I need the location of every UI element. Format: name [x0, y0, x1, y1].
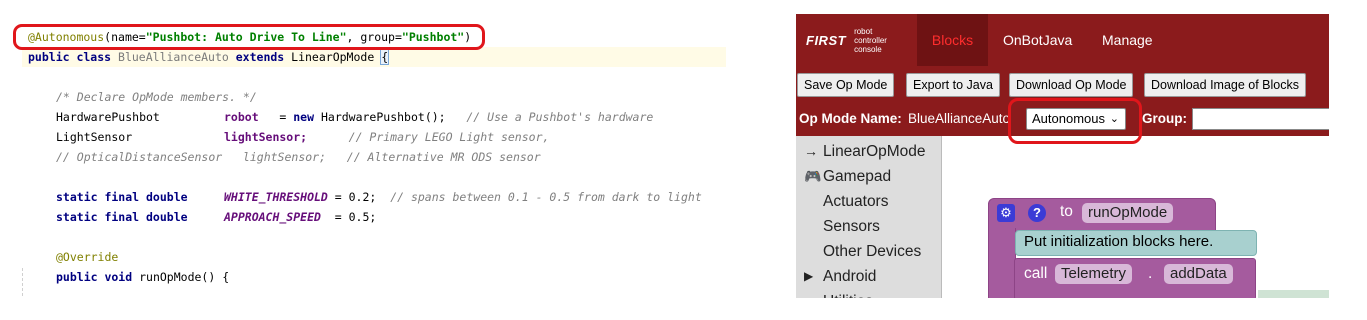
robot-declaration-line: HardwarePushbot robot = new HardwarePushb… — [56, 107, 653, 127]
adjacent-block-edge — [1258, 290, 1329, 298]
annotation-highlight-box — [13, 24, 485, 50]
optical-sensor-comment: // OpticalDistanceSensor lightSensor; //… — [56, 150, 541, 164]
toolbox-item-other-devices[interactable]: Other Devices — [823, 239, 921, 264]
static-final-keyword: static final double — [56, 190, 188, 204]
group-input[interactable] — [1192, 108, 1329, 130]
nav-tab-onbotjava[interactable]: OnBotJava — [1003, 14, 1072, 66]
lightsensor-declaration-line: LightSensor lightSensor; // Primary LEGO … — [56, 127, 549, 147]
autonomous-highlight-box — [1008, 98, 1142, 144]
robot-type: HardwarePushbot — [56, 110, 160, 124]
initialization-comment-block[interactable]: Put initialization blocks here. — [1015, 230, 1257, 256]
toolbox-item-sensors[interactable]: Sensors — [823, 214, 880, 239]
robot-eq: = — [258, 110, 294, 124]
opmode-name-label: Op Mode Name: — [799, 111, 902, 126]
override-annotation: @Override — [56, 250, 119, 264]
function-block-spine — [988, 228, 1016, 298]
logo-sub-console: console — [854, 44, 882, 54]
approach-speed-line: static final double APPROACH_SPEED = 0.5; — [56, 207, 376, 227]
class-declaration-line: public class BlueAllianceAuto extends Li… — [22, 47, 726, 67]
telemetry-field[interactable]: Telemetry — [1055, 264, 1133, 284]
download-op-mode-button[interactable]: Download Op Mode — [1009, 73, 1134, 97]
comment-declare-members: /* Declare OpMode members. */ — [56, 90, 257, 104]
toolbox-item-android[interactable]: Android — [823, 264, 876, 289]
logo-sub-robot: robot — [854, 26, 873, 36]
robot-comment: // Use a Pushbot's hardware — [466, 110, 654, 124]
nav-tab-blocks[interactable]: Blocks — [917, 14, 988, 66]
robot-var: robot — [224, 110, 259, 124]
toolbox-item-linearopmode[interactable]: LinearOpMode — [823, 139, 926, 164]
public-void-keyword: public void — [56, 270, 133, 284]
new-keyword: new — [293, 110, 315, 124]
brace-match: { — [380, 49, 390, 65]
class-name: BlueAllianceAuto — [118, 50, 229, 64]
runopmode-line: public void runOpMode() { — [56, 267, 229, 287]
group-label: Group: — [1142, 111, 1187, 126]
lightsensor-type: LightSensor — [56, 130, 133, 144]
first-logo: FIRST robot controller console — [806, 14, 887, 66]
blocks-editor: FIRST robot controller console Blocks On… — [796, 14, 1329, 298]
arrow-right-icon: → — [804, 143, 818, 159]
nav-tab-manage[interactable]: Manage — [1102, 14, 1153, 66]
logo-subtitle: robot controller console — [854, 27, 887, 54]
export-to-java-button[interactable]: Export to Java — [906, 73, 1000, 97]
extends-keyword: extends — [235, 50, 285, 64]
top-navbar: FIRST robot controller console Blocks On… — [796, 14, 1329, 66]
logo-first-text: FIRST — [806, 32, 847, 48]
logo-sub-controller: controller — [854, 35, 887, 45]
dot-separator: . — [1148, 265, 1153, 282]
lightsensor-comment: // Primary LEGO Light sensor, — [348, 130, 550, 144]
to-keyword: to — [1060, 203, 1073, 220]
white-threshold-line: static final double WHITE_THRESHOLD = 0.2… — [56, 187, 702, 207]
runopmode-signature: runOpMode() { — [139, 270, 230, 284]
approach-speed-const: APPROACH_SPEED — [224, 210, 321, 224]
gamepad-icon: 🎮 — [804, 168, 822, 184]
gear-icon[interactable]: ⚙ — [997, 204, 1015, 222]
call-keyword: call — [1024, 265, 1048, 282]
toolbox-item-gamepad[interactable]: Gamepad — [823, 164, 891, 189]
lightsensor-var: lightSensor; — [224, 130, 308, 144]
save-op-mode-button[interactable]: Save Op Mode — [797, 73, 895, 97]
parent-class: LinearOpMode — [291, 50, 375, 64]
white-threshold-value: = 0.2; — [327, 190, 377, 204]
blocks-toolbox: → LinearOpMode 🎮 Gamepad Actuators Senso… — [796, 136, 942, 298]
blocks-toolbar: Save Op Mode Export to Java Download Op … — [796, 66, 1329, 102]
white-threshold-const: WHITE_THRESHOLD — [224, 190, 328, 204]
toolbox-item-actuators[interactable]: Actuators — [823, 189, 888, 214]
opmode-name-value: BlueAllianceAuto — [908, 111, 1011, 126]
expand-arrow-icon: ▶ — [804, 269, 814, 283]
static-final-keyword: static final double — [56, 210, 188, 224]
white-threshold-comment: // spans between 0.1 - 0.5 from dark to … — [390, 190, 702, 204]
class-keyword: public class — [28, 50, 112, 64]
function-name-field[interactable]: runOpMode — [1082, 203, 1174, 223]
robot-ctor: HardwarePushbot(); — [320, 110, 446, 124]
indent-guide — [22, 268, 24, 296]
download-image-button[interactable]: Download Image of Blocks — [1144, 73, 1306, 97]
approach-speed-value: = 0.5; — [320, 210, 377, 224]
blocks-workspace[interactable]: ⚙ ? to runOpMode Put initialization bloc… — [942, 136, 1329, 298]
adddata-field[interactable]: addData — [1164, 264, 1233, 284]
toolbox-item-utilities[interactable]: Utilities — [823, 289, 873, 298]
help-icon[interactable]: ? — [1028, 204, 1046, 222]
